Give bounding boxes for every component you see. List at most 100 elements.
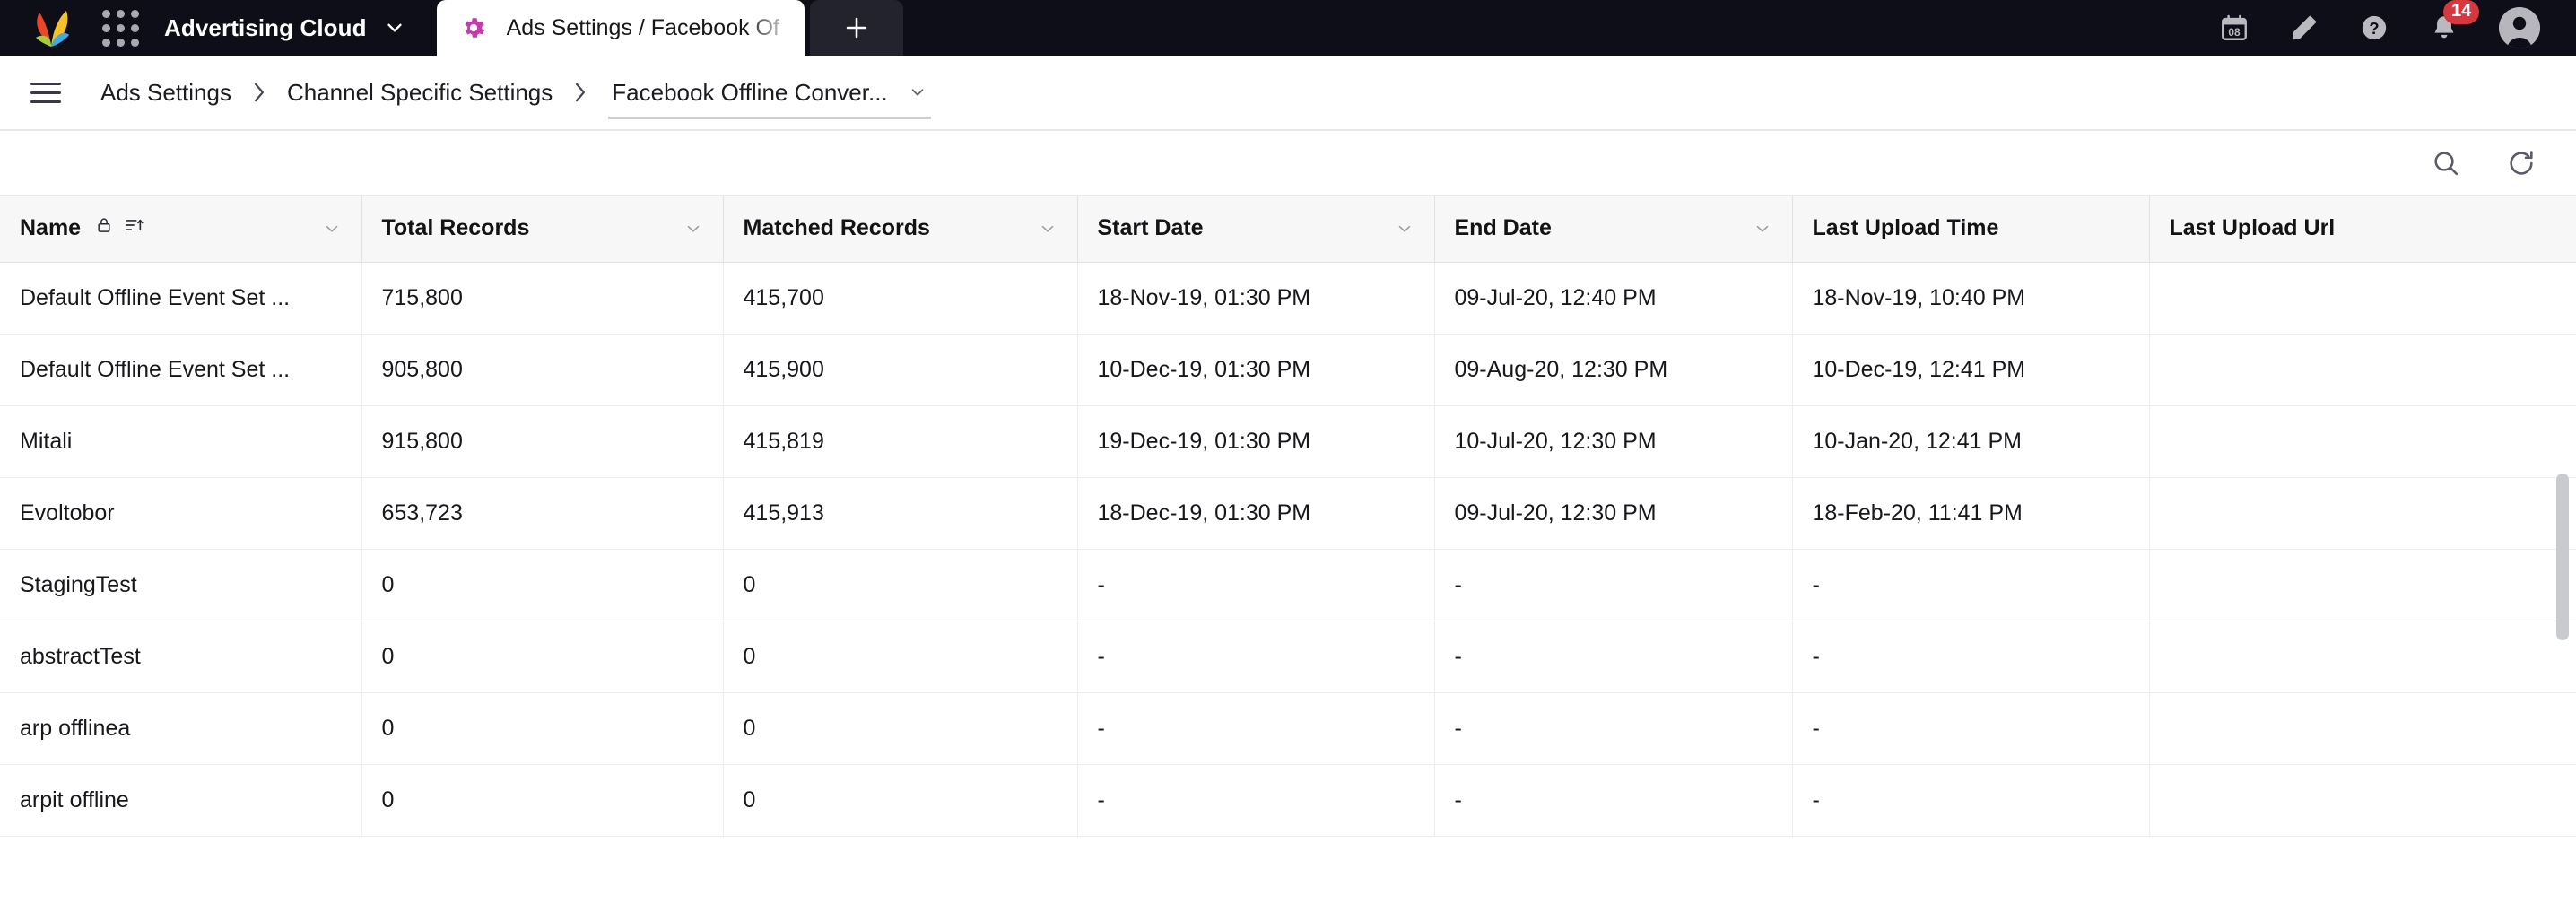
tab-ads-settings[interactable]: Ads Settings / Facebook Of (436, 0, 805, 56)
column-menu-chevron-icon[interactable] (1395, 219, 1414, 239)
column-header-label: Last Upload Time (1812, 215, 1999, 241)
table-row[interactable]: StagingTest 0 0 - - - (0, 549, 2576, 622)
cell-matched-records: 415,819 (723, 405, 1078, 478)
cell-last-upload-time: 18-Nov-19, 10:40 PM (1792, 262, 2150, 335)
cell-last-upload-url (2149, 621, 2576, 693)
hamburger-menu-icon[interactable] (30, 82, 61, 103)
data-table-container: Name Total Records Matched Records Start… (0, 196, 2576, 904)
top-bar-actions: 08 ? 14 (2219, 0, 2576, 56)
cell-start-date: - (1077, 692, 1435, 765)
chevron-down-icon[interactable] (383, 16, 406, 39)
cell-total-records: 0 (361, 621, 724, 693)
cell-last-upload-url (2149, 405, 2576, 478)
cell-last-upload-url (2149, 334, 2576, 406)
help-icon[interactable]: ? (2359, 13, 2389, 43)
brand-title[interactable]: Advertising Cloud (164, 14, 367, 42)
table-row[interactable]: Default Offline Event Set ... 715,800 41… (0, 262, 2576, 335)
cell-last-upload-url (2149, 477, 2576, 550)
cell-name: arpit offline (0, 764, 362, 837)
vertical-scrollbar-thumb[interactable] (2556, 474, 2569, 640)
cell-last-upload-url (2149, 692, 2576, 765)
cell-matched-records: 0 (723, 549, 1078, 622)
cell-last-upload-time: - (1792, 549, 2150, 622)
column-menu-chevron-icon[interactable] (1753, 219, 1772, 239)
column-header-total-records[interactable]: Total Records (361, 196, 724, 263)
table-row[interactable]: Mitali 915,800 415,819 19-Dec-19, 01:30 … (0, 405, 2576, 478)
breadcrumb-active-label: Facebook Offline Conver... (612, 78, 888, 106)
cell-start-date: 18-Nov-19, 01:30 PM (1077, 262, 1435, 335)
cell-start-date: - (1077, 764, 1435, 837)
table-row[interactable]: Evoltobor 653,723 415,913 18-Dec-19, 01:… (0, 477, 2576, 550)
breadcrumb-item-ads-settings[interactable]: Ads Settings (100, 79, 231, 107)
cell-total-records: 0 (361, 692, 724, 765)
cell-start-date: 18-Dec-19, 01:30 PM (1077, 477, 1435, 550)
adobe-logo (27, 8, 75, 48)
cell-matched-records: 415,700 (723, 262, 1078, 335)
chevron-down-icon[interactable] (908, 83, 927, 102)
cell-total-records: 915,800 (361, 405, 724, 478)
edit-pencil-icon[interactable] (2289, 13, 2319, 43)
cell-total-records: 0 (361, 549, 724, 622)
column-menu-chevron-icon[interactable] (683, 219, 703, 239)
cell-start-date: - (1077, 549, 1435, 622)
app-switcher-icon[interactable] (102, 9, 139, 47)
table-row[interactable]: Default Offline Event Set ... 905,800 41… (0, 334, 2576, 406)
cell-last-upload-time: - (1792, 764, 2150, 837)
cell-matched-records: 0 (723, 764, 1078, 837)
column-header-last-upload-time[interactable]: Last Upload Time (1792, 196, 2150, 263)
cell-last-upload-url (2149, 549, 2576, 622)
cell-last-upload-time: - (1792, 621, 2150, 693)
search-icon[interactable] (2431, 148, 2461, 178)
refresh-icon[interactable] (2506, 148, 2537, 178)
cell-end-date: 09-Jul-20, 12:40 PM (1434, 262, 1793, 335)
cell-start-date: 10-Dec-19, 01:30 PM (1077, 334, 1435, 406)
breadcrumb-item-facebook-offline-conversions[interactable]: Facebook Offline Conver... (608, 55, 931, 130)
column-header-label: Name (20, 215, 82, 241)
column-header-end-date[interactable]: End Date (1434, 196, 1793, 263)
cell-matched-records: 415,900 (723, 334, 1078, 406)
breadcrumb-item-channel-specific-settings[interactable]: Channel Specific Settings (287, 79, 553, 107)
cell-name: Default Offline Event Set ... (0, 334, 362, 406)
cell-name: Mitali (0, 405, 362, 478)
cell-last-upload-time: 18-Feb-20, 11:41 PM (1792, 477, 2150, 550)
lock-icon (95, 215, 113, 241)
cell-name: Evoltobor (0, 477, 362, 550)
notifications-bell-icon[interactable]: 14 (2429, 0, 2480, 43)
cell-total-records: 715,800 (361, 262, 724, 335)
cell-end-date: - (1434, 764, 1793, 837)
cell-start-date: 19-Dec-19, 01:30 PM (1077, 405, 1435, 478)
column-header-label: Start Date (1097, 215, 1204, 241)
cell-name: StagingTest (0, 549, 362, 622)
table-row[interactable]: abstractTest 0 0 - - - (0, 621, 2576, 693)
user-avatar[interactable] (2499, 7, 2540, 48)
sort-ascending-icon[interactable] (124, 215, 144, 241)
column-header-start-date[interactable]: Start Date (1077, 196, 1435, 263)
svg-text:?: ? (2369, 19, 2379, 38)
cell-name: arp offlinea (0, 692, 362, 765)
column-header-matched-records[interactable]: Matched Records (723, 196, 1078, 263)
tab-label: Ads Settings / Facebook Of (506, 14, 779, 40)
top-navigation-bar: Advertising Cloud Ads Settings / Faceboo… (0, 0, 2576, 56)
cell-end-date: 10-Jul-20, 12:30 PM (1434, 405, 1793, 478)
cell-matched-records: 415,913 (723, 477, 1078, 550)
cell-matched-records: 0 (723, 621, 1078, 693)
table-body: Default Offline Event Set ... 715,800 41… (0, 262, 2576, 837)
table-row[interactable]: arpit offline 0 0 - - - (0, 764, 2576, 837)
cell-end-date: 09-Aug-20, 12:30 PM (1434, 334, 1793, 406)
column-menu-chevron-icon[interactable] (1038, 219, 1057, 239)
column-header-name[interactable]: Name (0, 196, 362, 263)
brand-zone: Advertising Cloud (0, 0, 437, 56)
column-menu-chevron-icon[interactable] (322, 219, 342, 239)
cell-total-records: 0 (361, 764, 724, 837)
table-row[interactable]: arp offlinea 0 0 - - - (0, 692, 2576, 765)
calendar-icon[interactable]: 08 (2219, 13, 2250, 43)
column-header-label: Matched Records (743, 215, 930, 241)
cell-matched-records: 0 (723, 692, 1078, 765)
column-header-label: Total Records (381, 215, 530, 241)
new-tab-button[interactable] (809, 0, 903, 56)
ads-settings-gear-icon (460, 14, 487, 41)
brand-zone-inner: Advertising Cloud (0, 8, 406, 48)
column-header-last-upload-url[interactable]: Last Upload Url (2149, 196, 2576, 263)
cell-end-date: 09-Jul-20, 12:30 PM (1434, 477, 1793, 550)
cell-last-upload-time: - (1792, 692, 2150, 765)
